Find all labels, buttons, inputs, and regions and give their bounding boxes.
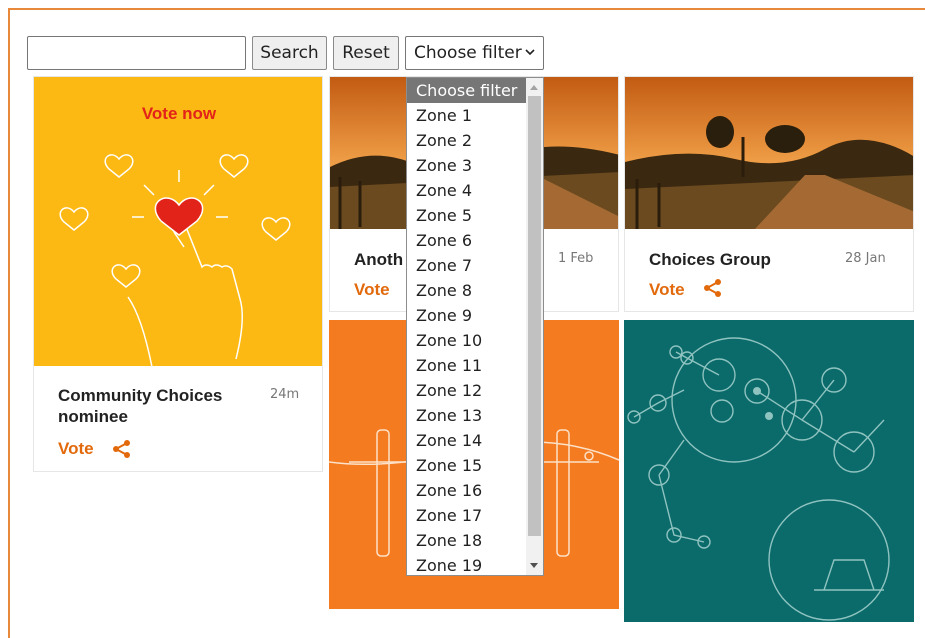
filter-option[interactable]: Zone 15 (407, 453, 527, 478)
network-image (624, 320, 914, 622)
filter-option[interactable]: Zone 12 (407, 378, 527, 403)
share-icon[interactable] (703, 278, 723, 298)
filter-option[interactable]: Zone 17 (407, 503, 527, 528)
vote-button[interactable]: Vote (58, 439, 94, 459)
filter-option[interactable]: Zone 3 (407, 153, 527, 178)
search-button[interactable]: Search (252, 36, 327, 70)
card-title[interactable]: Choices Group (649, 249, 771, 270)
card-time: 1 Feb (558, 251, 594, 266)
dropdown-scrollbar[interactable] (526, 78, 543, 575)
filter-option[interactable]: Zone 2 (407, 128, 527, 153)
scroll-down-arrow-icon[interactable] (530, 563, 538, 568)
filter-option[interactable]: Zone 18 (407, 528, 527, 553)
filter-option[interactable]: Zone 16 (407, 478, 527, 503)
vote-button[interactable]: Vote (649, 280, 685, 300)
search-input[interactable] (27, 36, 246, 70)
filter-option[interactable]: Zone 7 (407, 253, 527, 278)
card-network[interactable] (624, 320, 914, 622)
filter-option[interactable]: Zone 6 (407, 228, 527, 253)
card-title[interactable]: Anoth (354, 249, 403, 270)
filter-option[interactable]: Zone 19 (407, 553, 527, 575)
filter-option[interactable]: Choose filter (407, 78, 527, 103)
filter-option[interactable]: Zone 4 (407, 178, 527, 203)
scrollbar-thumb[interactable] (528, 96, 541, 536)
share-icon[interactable] (112, 439, 132, 459)
card-title[interactable]: Community Choices nominee (58, 385, 248, 427)
filter-option[interactable]: Zone 9 (407, 303, 527, 328)
filter-option[interactable]: Zone 5 (407, 203, 527, 228)
vote-now-image: Vote now (34, 77, 322, 366)
filter-select-value: Choose filter (414, 43, 522, 63)
filter-option[interactable]: Zone 11 (407, 353, 527, 378)
vote-button[interactable]: Vote (354, 280, 390, 300)
filter-option[interactable]: Zone 8 (407, 278, 527, 303)
filter-option[interactable]: Zone 10 (407, 328, 527, 353)
filter-option[interactable]: Zone 1 (407, 103, 527, 128)
scroll-up-arrow-icon[interactable] (530, 85, 538, 90)
filter-select[interactable]: Choose filter (405, 36, 544, 70)
chevron-down-icon (525, 49, 535, 56)
landscape-image (625, 77, 913, 229)
card-time: 24m (270, 387, 300, 402)
filter-dropdown-list[interactable]: Choose filter Zone 1 Zone 2 Zone 3 Zone 4 Zon… (406, 77, 544, 576)
card-choices-group[interactable]: Choices Group 28 Jan Vote (624, 76, 914, 312)
card-time: 28 Jan (845, 251, 886, 266)
filter-option[interactable]: Zone 14 (407, 428, 527, 453)
card-community-choices[interactable]: Vote now Community Choices nominee 24m V… (33, 76, 323, 472)
filter-option[interactable]: Zone 13 (407, 403, 527, 428)
vote-now-text: Vote now (142, 104, 217, 123)
reset-button[interactable]: Reset (333, 36, 399, 70)
